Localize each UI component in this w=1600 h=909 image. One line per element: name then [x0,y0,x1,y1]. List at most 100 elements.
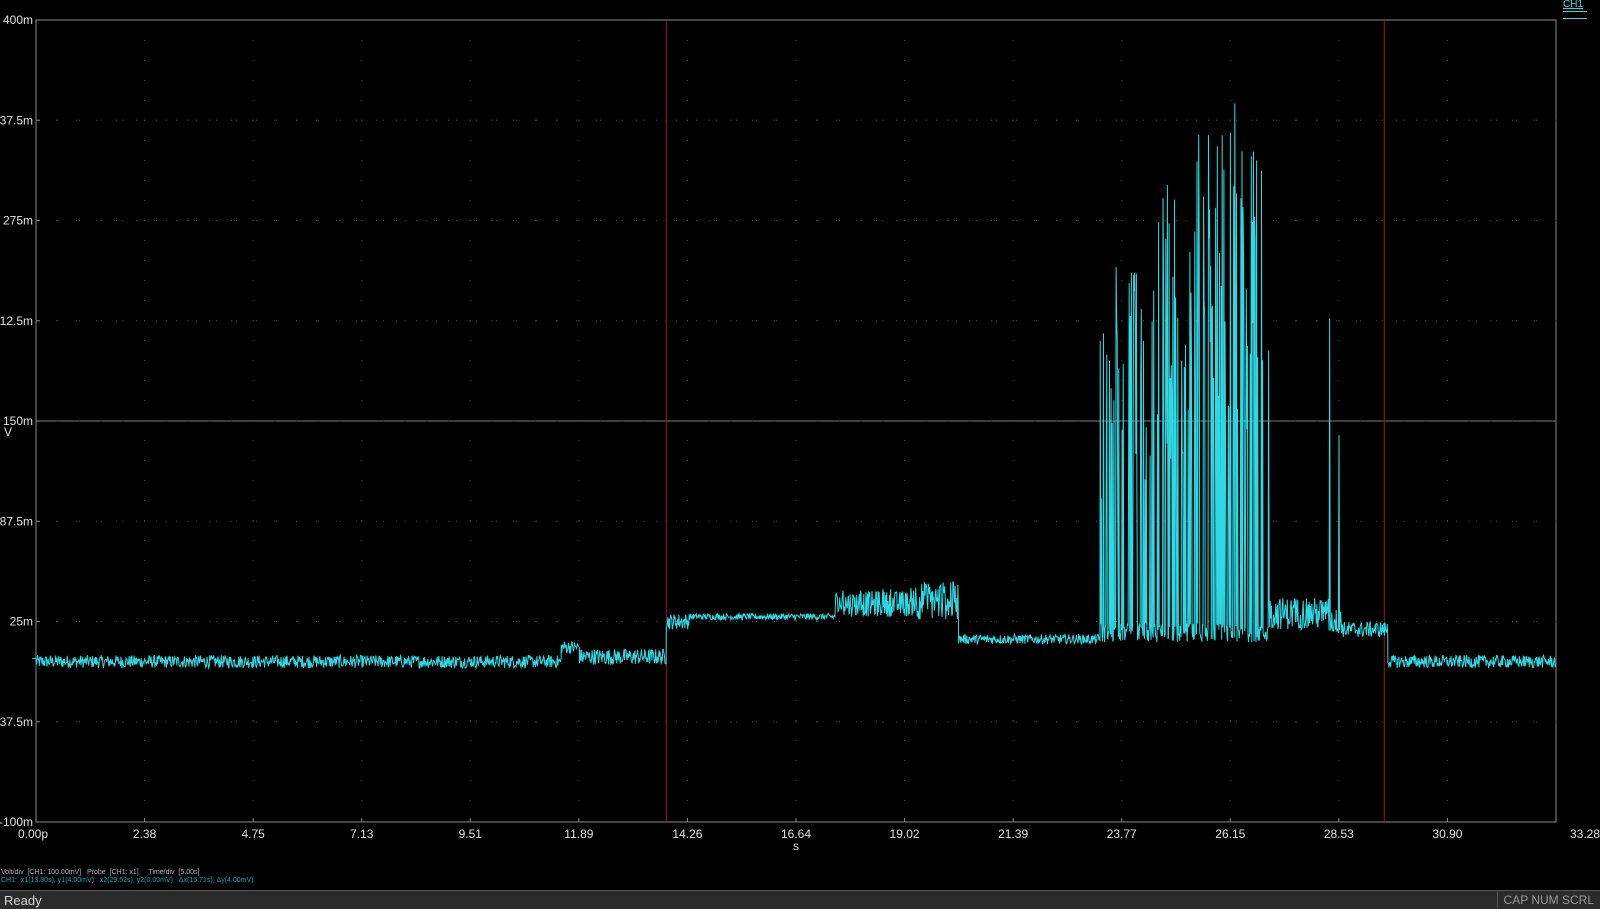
grid-dot [860,320,862,322]
grid-dot [296,721,298,723]
grid-dot [513,420,515,422]
grid-dot [78,721,80,723]
x-tick-label: 23.77 [1107,827,1137,841]
grid-dot [1164,721,1166,723]
grid-dot [78,420,80,422]
grid-dot [882,721,884,723]
grid-dot [187,621,189,622]
grid-dot [1512,320,1514,322]
grid-dot [1294,721,1296,723]
grid-dot [882,320,884,322]
grid-dot [1555,220,1557,221]
grid-dot [882,119,884,121]
y-tick-label: 337.5m [0,113,33,127]
grid-dot [990,420,992,422]
grid-dot [100,721,102,723]
grid-dot [491,320,493,322]
grid-dot [1077,220,1079,221]
grid-dot [925,621,927,622]
grid-dot [209,621,211,622]
grid-dot [752,520,754,522]
grid-dot [838,721,840,723]
grid-dot [339,220,341,221]
oscilloscope-display[interactable]: 400m337.5m275m212.5m150m87.5m25m-37.5m-1… [0,0,1600,890]
grid-dot [1034,220,1036,221]
grid-dot [165,220,167,221]
grid-dot [1208,119,1210,121]
grid-dot [1273,520,1275,522]
grid-dot [1533,119,1535,121]
grid-dot [578,320,580,322]
grid-dot [1099,320,1101,322]
grid-dot [426,621,428,622]
grid-dot [165,721,167,723]
grid-dot [1273,320,1275,322]
grid-dot [1446,320,1448,322]
grid-dot [795,320,797,322]
grid-dot [773,320,775,322]
waveform-plot[interactable]: 400m337.5m275m212.5m150m87.5m25m-37.5m-1… [0,0,1600,890]
x-tick-label: 30.90 [1432,827,1462,841]
grid-dot [513,220,515,221]
grid-dot [534,520,536,522]
grid-dot [1077,721,1079,723]
grid-dot [990,621,992,622]
grid-dot [1533,320,1535,322]
grid-dot [1273,119,1275,121]
grid-dot [382,520,384,522]
grid-dot [1121,420,1123,422]
grid-dot [600,119,602,121]
grid-dot [752,220,754,221]
grid-dot [361,320,363,322]
grid-dot [122,621,124,622]
grid-dot [1316,320,1318,322]
grid-dot [1273,420,1275,422]
grid-dot [1555,721,1557,723]
grid-dot [947,520,949,522]
grid-dot [57,220,59,221]
grid-dot [469,119,471,121]
x-tick-label: 21.39 [998,827,1028,841]
grid-dot [773,119,775,121]
grid-dot [925,220,927,221]
grid-dot [600,520,602,522]
grid-dot [1490,420,1492,422]
grid-dot [209,420,211,422]
y-tick-label: 400m [3,13,33,27]
grid-dot [100,420,102,422]
grid-dot [165,420,167,422]
grid-dot [57,420,59,422]
grid-dot [252,721,254,723]
grid-dot [1012,520,1014,522]
grid-dot [209,721,211,723]
grid-dot [1360,320,1362,322]
grid-dot [752,621,754,622]
grid-dot [1186,119,1188,121]
grid-dot [1099,721,1101,723]
grid-dot [534,420,536,422]
grid-dot [122,420,124,422]
grid-dot [404,119,406,121]
grid-dot [1490,320,1492,322]
grid-dot [1056,220,1058,221]
grid-dot [382,220,384,221]
grid-dot [1273,220,1275,221]
y-unit-label: V [4,425,12,439]
grid-dot [860,220,862,221]
grid-dot [1056,420,1058,422]
ch1-marker[interactable]: CH1 [1563,0,1583,10]
grid-dot [621,721,623,723]
grid-dot [600,621,602,622]
grid-dot [513,721,515,723]
grid-dot [165,320,167,322]
grid-dot [317,621,319,622]
grid-dot [1294,119,1296,121]
grid-dot [1425,119,1427,121]
grid-dot [165,119,167,121]
grid-dot [361,119,363,121]
grid-dot [708,119,710,121]
status-text: Ready [4,893,42,908]
grid-dot [1077,621,1079,622]
grid-dot [534,220,536,221]
grid-dot [252,220,254,221]
